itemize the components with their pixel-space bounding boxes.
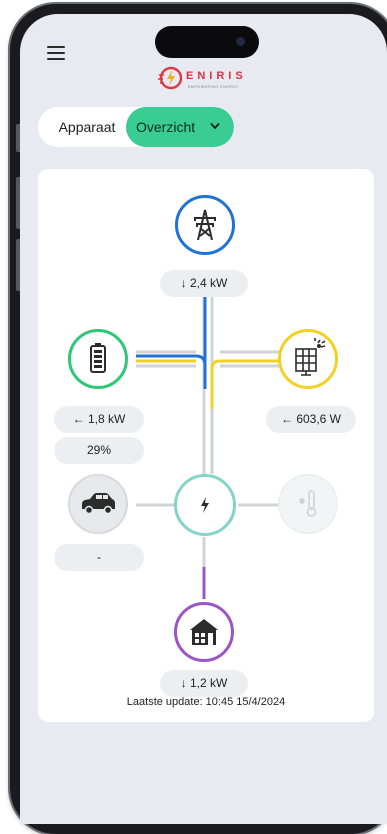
battery-power-value: ← 1,8 kW	[54, 406, 144, 433]
energy-flow-card: ↓ 2,4 kW ← 1,8 kW 29% ← 603,6 W - ↓ 1,2 …	[38, 169, 374, 722]
logo-bolt-icon	[158, 66, 182, 90]
car-icon	[82, 493, 115, 515]
car-node[interactable]	[68, 474, 128, 534]
hub-node	[174, 474, 236, 536]
view-toggle: Apparaat Overzicht	[38, 107, 234, 147]
solar-value: ← 603,6 W	[266, 406, 356, 433]
battery-icon	[90, 343, 106, 373]
last-update-text: Laatste update: 10:45 15/4/2024	[126, 696, 286, 708]
tab-overzicht-label: Overzicht	[136, 119, 196, 135]
battery-charge-value: 29%	[54, 437, 144, 464]
battery-node[interactable]	[68, 329, 128, 389]
solar-panel-icon	[295, 338, 326, 376]
car-value: -	[54, 544, 144, 571]
tab-apparaat[interactable]: Apparaat	[38, 107, 136, 147]
grid-value: ↓ 2,4 kW	[160, 270, 248, 297]
logo-name: ENIRIS	[186, 70, 247, 82]
heating-node[interactable]	[278, 474, 338, 534]
solar-node[interactable]	[278, 329, 338, 389]
eniris-logo: ENIRIS EMPOWERING ENERGY	[158, 66, 258, 100]
hamburger-menu-icon[interactable]	[47, 46, 65, 64]
home-node[interactable]	[174, 602, 234, 662]
house-icon	[190, 619, 218, 645]
lightning-bolt-icon	[201, 497, 209, 513]
dynamic-island	[155, 26, 259, 58]
app-screen: ENIRIS EMPOWERING ENERGY Apparaat Overzi…	[20, 14, 387, 824]
power-pylon-icon	[194, 209, 216, 241]
thermometer-snowflake-icon	[299, 490, 317, 517]
tab-overzicht[interactable]: Overzicht	[126, 107, 234, 147]
grid-node[interactable]	[175, 195, 235, 255]
solar-flow-line	[210, 359, 282, 409]
home-value: ↓ 1,2 kW	[160, 670, 248, 697]
logo-tagline: EMPOWERING ENERGY	[188, 85, 239, 89]
chevron-down-icon	[210, 122, 220, 130]
